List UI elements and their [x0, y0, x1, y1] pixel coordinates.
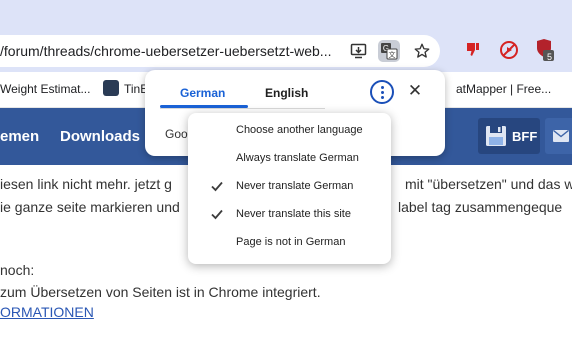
menu-item-always-translate[interactable]: Always translate German: [188, 145, 391, 173]
floppy-disk-icon: [486, 126, 506, 146]
bookmark-favicon-icon: [103, 80, 119, 96]
envelope-icon: [553, 130, 569, 142]
menu-item-never-translate-language[interactable]: Never translate German: [188, 173, 391, 201]
extension-badge: 5: [546, 52, 552, 62]
post-text-line: ie ganze seite markieren und: [0, 199, 180, 215]
check-icon: [211, 209, 223, 220]
info-link[interactable]: ORMATIONEN: [0, 304, 94, 320]
post-text-line: zum Übersetzen von Seiten ist in Chrome …: [0, 284, 321, 300]
tab-strip: [0, 0, 572, 30]
tab-english[interactable]: English: [265, 86, 308, 100]
selected-tab-indicator: [160, 105, 248, 108]
bookmark-item[interactable]: atMapper | Free...: [456, 82, 551, 96]
post-text-line: noch:: [0, 262, 35, 278]
bff-button[interactable]: BFF: [478, 118, 540, 154]
post-text-line: label tag zusammengeque: [398, 199, 563, 215]
translate-options-menu: Choose another language Always translate…: [188, 113, 391, 264]
install-app-icon[interactable]: [348, 40, 370, 62]
bubble-footer-text: Goo: [165, 127, 188, 141]
url-text[interactable]: /forum/threads/chrome-uebersetzer-uebers…: [0, 43, 340, 59]
check-icon: [211, 181, 223, 192]
nav-item[interactable]: emen: [0, 128, 39, 145]
star-icon[interactable]: [411, 40, 433, 62]
nav-item-downloads[interactable]: Downloads: [60, 128, 140, 145]
menu-item-label: Always translate German: [236, 152, 359, 164]
menu-item-never-translate-site[interactable]: Never translate this site: [188, 201, 391, 229]
menu-item-choose-language[interactable]: Choose another language: [188, 117, 391, 145]
post-text-line: iesen link nicht mehr. jetzt g: [0, 176, 172, 192]
post-text-line: mit "übersetzen" und das w: [405, 176, 572, 192]
svg-text:文: 文: [389, 50, 396, 59]
menu-item-label: Never translate German: [236, 180, 354, 192]
menu-item-label: Page is not in German: [236, 236, 346, 248]
extension-thumbs-icon[interactable]: [460, 38, 484, 62]
tab-divider: [160, 108, 325, 109]
menu-item-label: Choose another language: [236, 124, 363, 136]
translate-icon[interactable]: G 文: [378, 40, 400, 62]
messages-button[interactable]: [545, 118, 572, 154]
extension-blocked-icon[interactable]: [497, 38, 521, 62]
bookmark-item[interactable]: Weight Estimat...: [0, 82, 90, 96]
bff-label: BFF: [512, 129, 538, 144]
menu-item-label: Never translate this site: [236, 208, 351, 220]
more-vert-icon[interactable]: [370, 80, 394, 104]
menu-item-not-in-language[interactable]: Page is not in German: [188, 229, 391, 257]
address-bar[interactable]: /forum/threads/chrome-uebersetzer-uebers…: [0, 35, 440, 67]
close-icon[interactable]: ✕: [405, 81, 425, 101]
tab-german[interactable]: German: [180, 86, 225, 100]
